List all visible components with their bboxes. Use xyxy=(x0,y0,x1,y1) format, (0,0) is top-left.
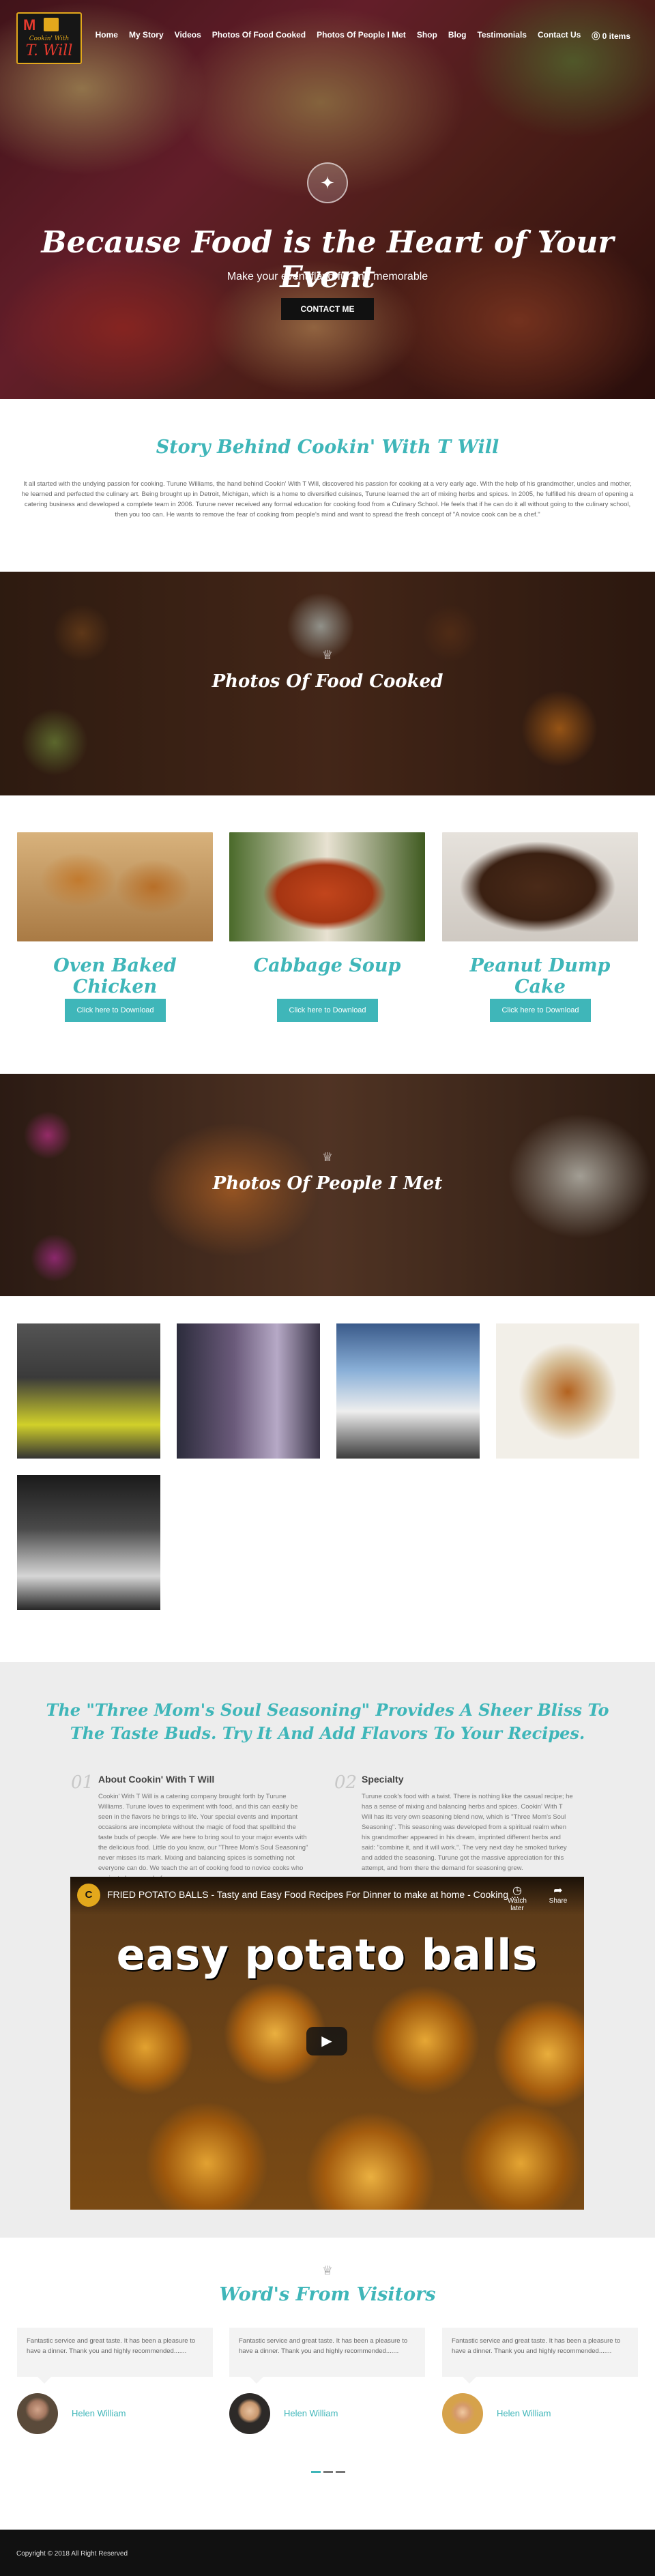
testimonials-title: Word's From Visitors xyxy=(219,2284,436,2305)
nav-testimonials[interactable]: Testimonials xyxy=(471,30,532,42)
seasoning-title: The "Three Mom's Soul Seasoning" Provide… xyxy=(46,1700,609,1743)
people-photo[interactable] xyxy=(177,1323,320,1459)
share-button[interactable]: ➦ Share xyxy=(541,1884,575,1905)
logo-square xyxy=(44,18,59,31)
food-card-title: Oven Baked Chicken xyxy=(53,955,177,997)
food-banner: ♕ Photos Of Food Cooked xyxy=(0,572,655,795)
testimonial-name: Helen William xyxy=(72,2408,126,2418)
column-heading: About Cookin' With T Will xyxy=(98,1774,215,1785)
channel-avatar[interactable]: C xyxy=(77,1884,100,1907)
avatar xyxy=(229,2393,270,2434)
food-banner-title: Photos Of Food Cooked xyxy=(212,671,443,692)
hero-subtitle: Make your event flavorful and memorable xyxy=(227,271,428,282)
download-button[interactable]: Click here to Download xyxy=(65,999,166,1022)
share-icon: ➦ xyxy=(553,1885,563,1897)
carousel-dot[interactable] xyxy=(311,2471,321,2473)
video-title[interactable]: FRIED POTATO BALLS - Tasty and Easy Food… xyxy=(107,1889,519,1900)
food-card-title: Peanut Dump Cake xyxy=(469,955,611,997)
footer: Copyright © 2018 All Right Reserved xyxy=(0,2530,655,2576)
copyright-text: Copyright © 2018 All Right Reserved xyxy=(16,2550,128,2558)
avatar xyxy=(17,2393,58,2434)
watch-later-label: Watch later xyxy=(508,1897,527,1912)
testimonial-quote: Fantastic service and great taste. It ha… xyxy=(442,2328,638,2384)
story-text: It all started with the undying passion … xyxy=(21,480,634,518)
testimonial-name: Helen William xyxy=(497,2408,551,2418)
nav-blog[interactable]: Blog xyxy=(443,30,472,42)
download-button[interactable]: Click here to Download xyxy=(490,999,591,1022)
main-nav: Home My Story Videos Photos Of Food Cook… xyxy=(90,30,636,42)
contact-me-button[interactable]: CONTACT ME xyxy=(281,298,374,320)
column-heading: Specialty xyxy=(362,1774,404,1785)
food-card-title: Cabbage Soup xyxy=(253,955,401,976)
testimonial-quote: Fantastic service and great taste. It ha… xyxy=(17,2328,213,2384)
site-logo[interactable]: M Cookin' With T. Will xyxy=(16,12,82,64)
people-photo[interactable] xyxy=(17,1475,160,1610)
crown-icon: ♕ xyxy=(321,2264,334,2277)
download-button[interactable]: Click here to Download xyxy=(277,999,378,1022)
video-overlay-text: easy potato balls xyxy=(116,1930,538,1980)
share-label: Share xyxy=(549,1897,568,1905)
logo-line2: T. Will xyxy=(25,42,73,59)
oven-baked-chicken-image xyxy=(17,832,213,941)
nav-videos[interactable]: Videos xyxy=(169,30,207,42)
story-title: Story Behind Cookin' With T Will xyxy=(156,437,499,458)
testimonial-name: Helen William xyxy=(284,2408,338,2418)
carousel-dot[interactable] xyxy=(336,2471,345,2473)
column-number: 02 xyxy=(334,1772,358,1793)
crown-icon: ♕ xyxy=(321,648,334,662)
nav-shop[interactable]: Shop xyxy=(411,30,443,42)
crown-icon: ♕ xyxy=(321,1150,334,1164)
video-player[interactable]: C FRIED POTATO BALLS - Tasty and Easy Fo… xyxy=(70,1877,584,2210)
nav-my-story[interactable]: My Story xyxy=(123,30,169,42)
watch-later-button[interactable]: ◷ Watch later xyxy=(500,1884,534,1912)
peanut-dump-cake-image xyxy=(442,832,638,941)
people-photo[interactable] xyxy=(336,1323,480,1459)
cabbage-soup-image xyxy=(229,832,425,941)
hero-section: M Cookin' With T. Will Home My Story Vid… xyxy=(0,0,655,399)
people-photo[interactable] xyxy=(17,1323,160,1459)
nav-cart[interactable]: ⓪ 0 items xyxy=(586,30,636,42)
people-banner: ♕ Photos Of People I Met xyxy=(0,1074,655,1296)
avatar xyxy=(442,2393,483,2434)
carousel-dot[interactable] xyxy=(323,2471,333,2473)
hero-title: Because Food is the Heart of Your Event xyxy=(41,225,614,295)
play-icon[interactable]: ▶ xyxy=(306,2027,347,2055)
logo-mark: M xyxy=(23,16,36,33)
people-banner-title: Photos Of People I Met xyxy=(212,1173,443,1194)
nav-home[interactable]: Home xyxy=(90,30,123,42)
column-text: Turune cook's food with a twist. There i… xyxy=(362,1793,573,1872)
nav-photos-food[interactable]: Photos Of Food Cooked xyxy=(207,30,311,42)
column-number: 01 xyxy=(71,1772,94,1793)
testimonial-quote: Fantastic service and great taste. It ha… xyxy=(229,2328,425,2384)
people-photo[interactable] xyxy=(496,1323,639,1459)
clock-icon: ◷ xyxy=(512,1885,522,1897)
nav-contact[interactable]: Contact Us xyxy=(532,30,586,42)
column-text: Cookin' With T Will is a catering compan… xyxy=(98,1793,308,1882)
carousel-dots xyxy=(311,2471,345,2473)
nav-photos-people[interactable]: Photos Of People I Met xyxy=(311,30,411,42)
fork-plate-icon: ✦ xyxy=(307,162,348,203)
logo-line1: Cookin' With xyxy=(29,35,70,42)
